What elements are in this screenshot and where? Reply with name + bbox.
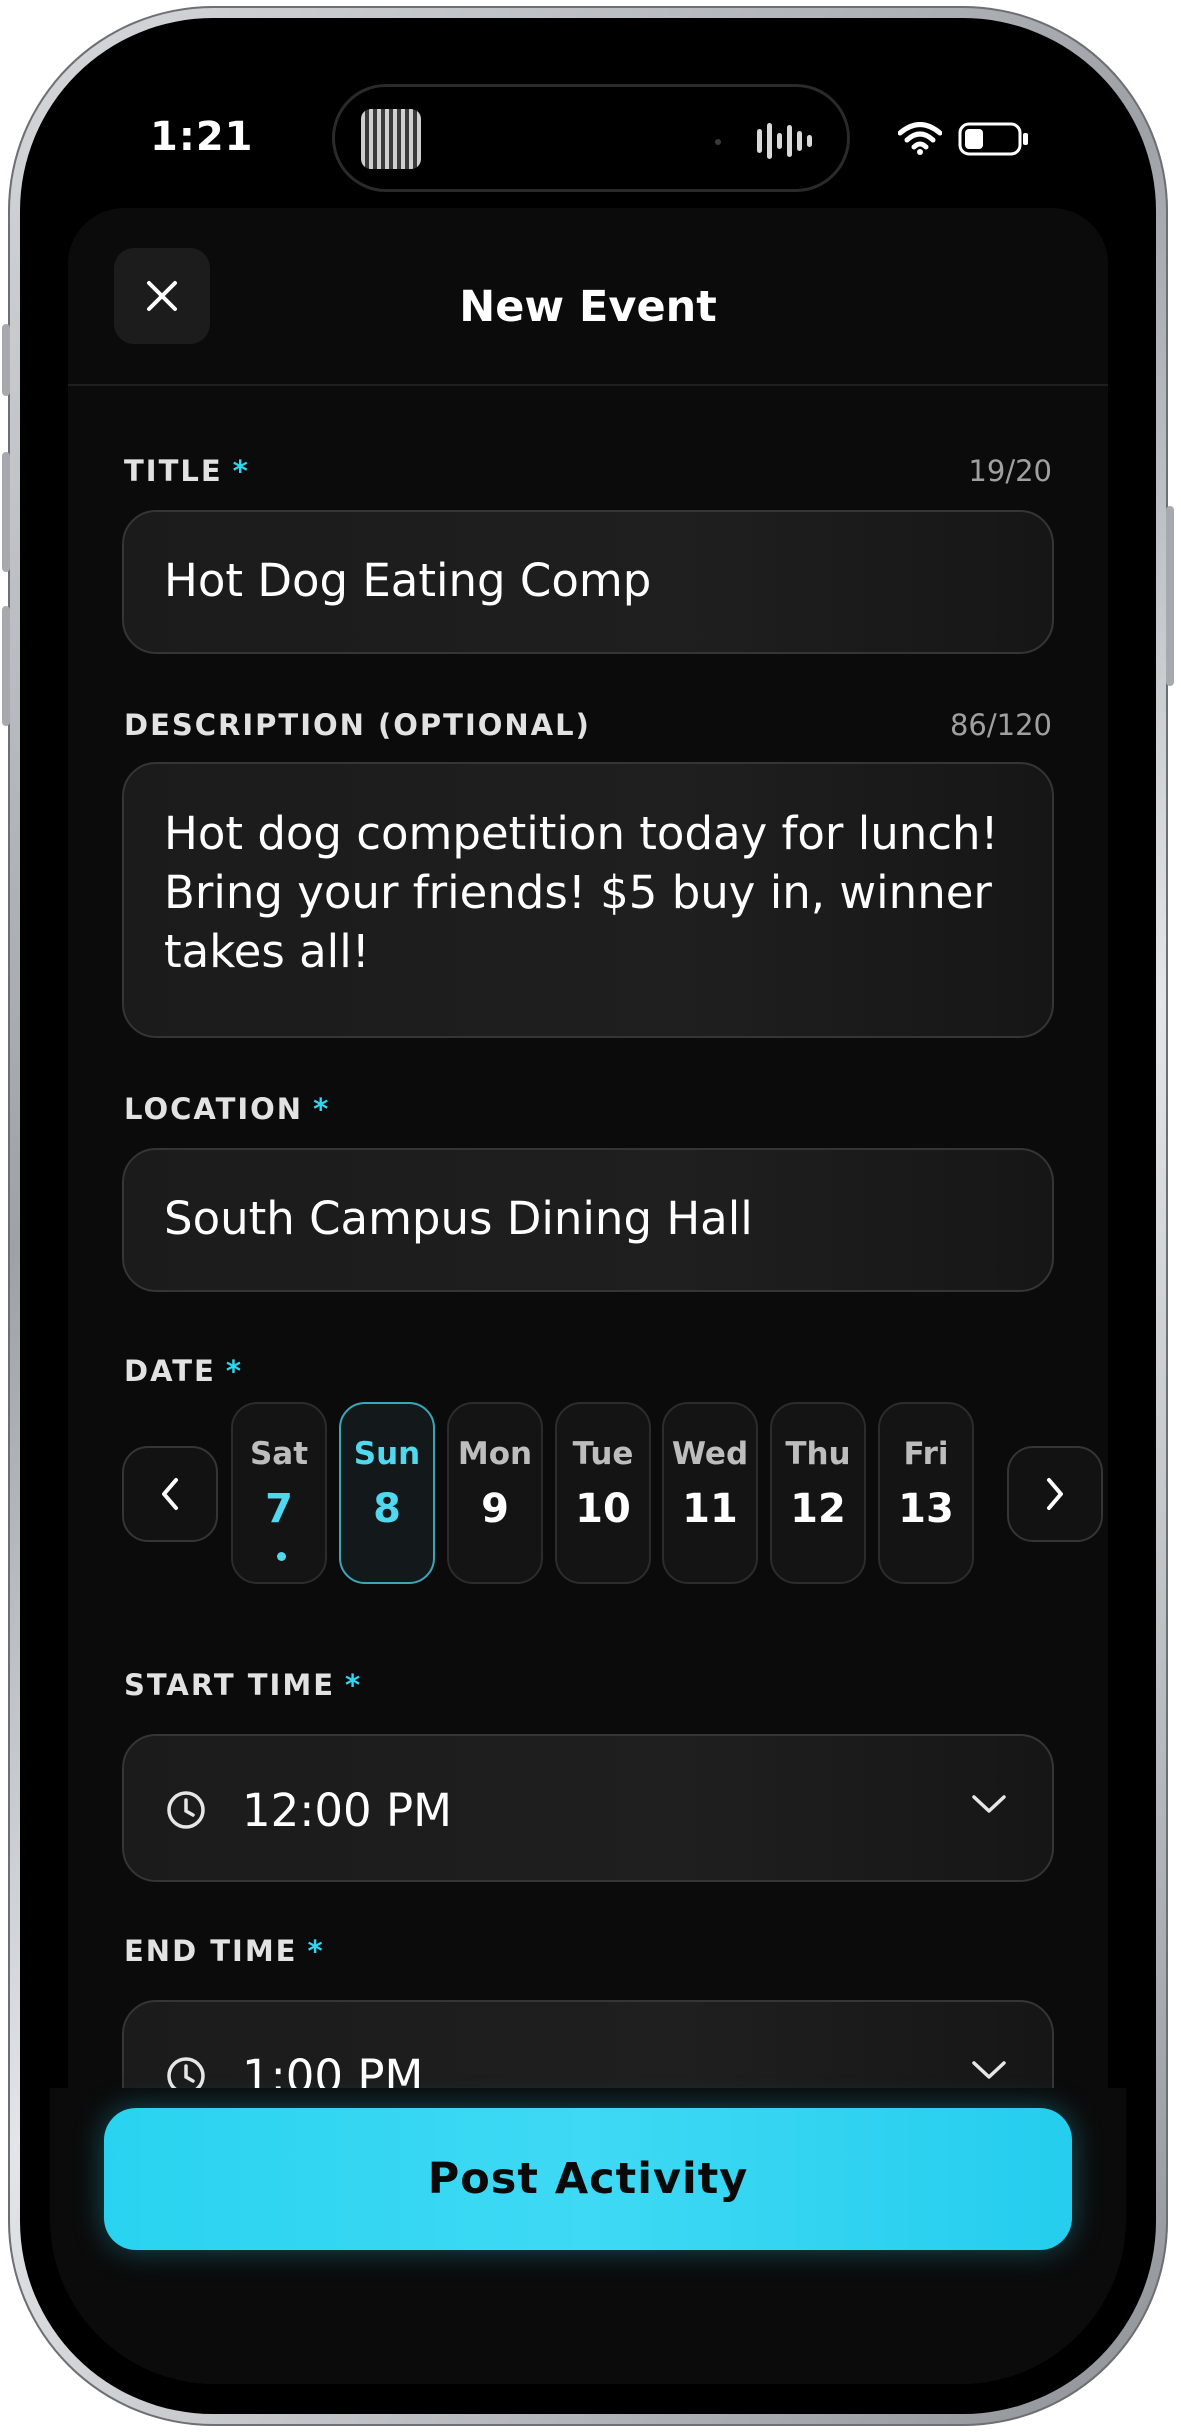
day-number: 10 (575, 1486, 631, 1532)
location-label-text: LOCATION (124, 1092, 304, 1126)
bottom-action-bar: Post Activity (50, 2088, 1126, 2384)
battery-icon (958, 122, 1028, 156)
location-input-value: South Campus Dining Hall (164, 1192, 753, 1245)
day-name: Mon (457, 1436, 533, 1472)
description-value: Hot dog competition today for lunch! Bri… (164, 807, 999, 978)
description-label: DESCRIPTION (OPTIONAL) (124, 708, 591, 742)
chevron-right-icon (1047, 1478, 1063, 1510)
sheet-header: New Event (68, 208, 1108, 386)
title-counter: 19/20 (968, 454, 1052, 488)
day-name: Sun (353, 1436, 421, 1472)
screen: 1:21 New Event TITLE * 19/20 Hot Dog Eat… (50, 48, 1126, 2384)
date-option-tue-10[interactable]: Tue 10 (555, 1402, 651, 1584)
phone-frame: 1:21 New Event TITLE * 19/20 Hot Dog Eat… (2, 6, 1174, 2426)
page-title: New Event (459, 282, 717, 332)
day-number: 13 (898, 1486, 954, 1532)
required-mark: * (225, 1354, 244, 1388)
album-art-icon (361, 109, 421, 169)
volume-down-button (2, 606, 10, 726)
clock-icon (167, 1791, 205, 1829)
date-option-wed-11[interactable]: Wed 11 (662, 1402, 758, 1584)
required-mark: * (307, 1934, 325, 1968)
end-time-label: END TIME * (124, 1934, 325, 1968)
wifi-icon (898, 122, 942, 155)
date-next-button[interactable] (1007, 1446, 1103, 1542)
post-activity-button[interactable]: Post Activity (104, 2108, 1072, 2250)
title-input[interactable]: Hot Dog Eating Comp (122, 510, 1054, 654)
day-name: Fri (903, 1436, 949, 1472)
status-time: 1:21 (150, 114, 254, 160)
date-option-thu-12[interactable]: Thu 12 (770, 1402, 866, 1584)
date-prev-button[interactable] (122, 1446, 218, 1542)
today-indicator (277, 1552, 286, 1561)
chevron-down-icon (972, 2061, 1006, 2079)
title-label-text: TITLE (124, 454, 223, 488)
start-time-label: START TIME * (124, 1668, 362, 1702)
day-number: 9 (481, 1486, 509, 1532)
status-icons (898, 122, 1030, 156)
title-label: TITLE * (124, 454, 250, 488)
chevron-left-icon (162, 1478, 178, 1510)
island-dot (715, 139, 721, 145)
start-time-select[interactable]: 12:00 PM (122, 1734, 1054, 1882)
date-option-sun-8[interactable]: Sun 8 (339, 1402, 435, 1584)
action-button (2, 324, 10, 396)
day-number: 12 (790, 1486, 846, 1532)
chevron-down-icon (972, 1795, 1006, 1813)
date-label-text: DATE (124, 1354, 216, 1388)
description-textarea[interactable]: Hot dog competition today for lunch! Bri… (122, 762, 1054, 1038)
day-name: Wed (671, 1436, 749, 1472)
audio-waveform-icon (757, 123, 812, 159)
day-number: 7 (265, 1486, 293, 1532)
date-option-sat-7[interactable]: Sat 7 (231, 1402, 327, 1584)
volume-up-button (2, 452, 10, 572)
day-number: 8 (373, 1486, 401, 1532)
day-number: 11 (682, 1486, 738, 1532)
start-time-label-text: START TIME (124, 1668, 336, 1702)
date-option-mon-9[interactable]: Mon 9 (447, 1402, 543, 1584)
location-input[interactable]: South Campus Dining Hall (122, 1148, 1054, 1292)
required-mark: * (313, 1092, 331, 1126)
phone-bezel: 1:21 New Event TITLE * 19/20 Hot Dog Eat… (20, 18, 1156, 2414)
date-option-fri-13[interactable]: Fri 13 (878, 1402, 974, 1584)
end-time-label-text: END TIME (124, 1934, 298, 1968)
start-time-value: 12:00 PM (242, 1784, 452, 1837)
day-name: Sat (249, 1436, 309, 1472)
power-button (1166, 506, 1174, 686)
location-label: LOCATION * (124, 1092, 330, 1126)
description-counter: 86/120 (949, 708, 1052, 742)
required-mark: * (232, 454, 250, 488)
title-input-value: Hot Dog Eating Comp (164, 554, 652, 607)
required-mark: * (345, 1668, 363, 1702)
day-name: Tue (572, 1436, 634, 1472)
dynamic-island (332, 84, 850, 192)
day-name: Thu (785, 1436, 851, 1472)
date-label: DATE * (124, 1354, 243, 1388)
